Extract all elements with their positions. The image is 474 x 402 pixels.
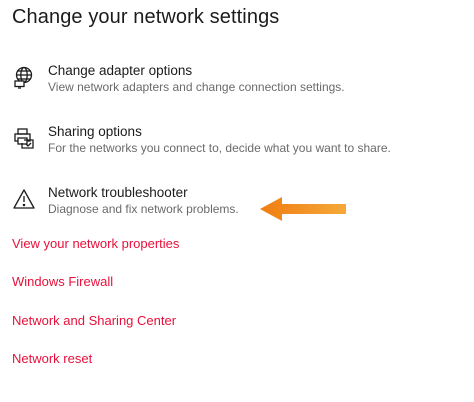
option-title: Sharing options [48,124,142,139]
option-description: For the networks you connect to, decide … [48,141,391,155]
network-reset-link[interactable]: Network reset [12,351,92,366]
view-network-properties-link[interactable]: View your network properties [12,236,179,251]
globe-monitor-icon [12,65,36,89]
sharing-printer-icon [12,126,36,150]
network-troubleshooter[interactable]: Network troubleshooter Diagnose and fix … [8,185,448,225]
network-and-sharing-center-link[interactable]: Network and Sharing Center [12,313,176,328]
windows-firewall-link[interactable]: Windows Firewall [12,274,113,289]
page-title: Change your network settings [12,6,280,28]
warning-triangle-icon [12,187,36,211]
sharing-options[interactable]: Sharing options For the networks you con… [8,124,448,164]
orange-arrow-left-icon [258,194,350,224]
option-description: Diagnose and fix network problems. [48,202,239,216]
option-title: Network troubleshooter [48,185,188,200]
option-description: View network adapters and change connect… [48,80,345,94]
change-adapter-options[interactable]: Change adapter options View network adap… [8,63,448,103]
option-title: Change adapter options [48,63,193,78]
